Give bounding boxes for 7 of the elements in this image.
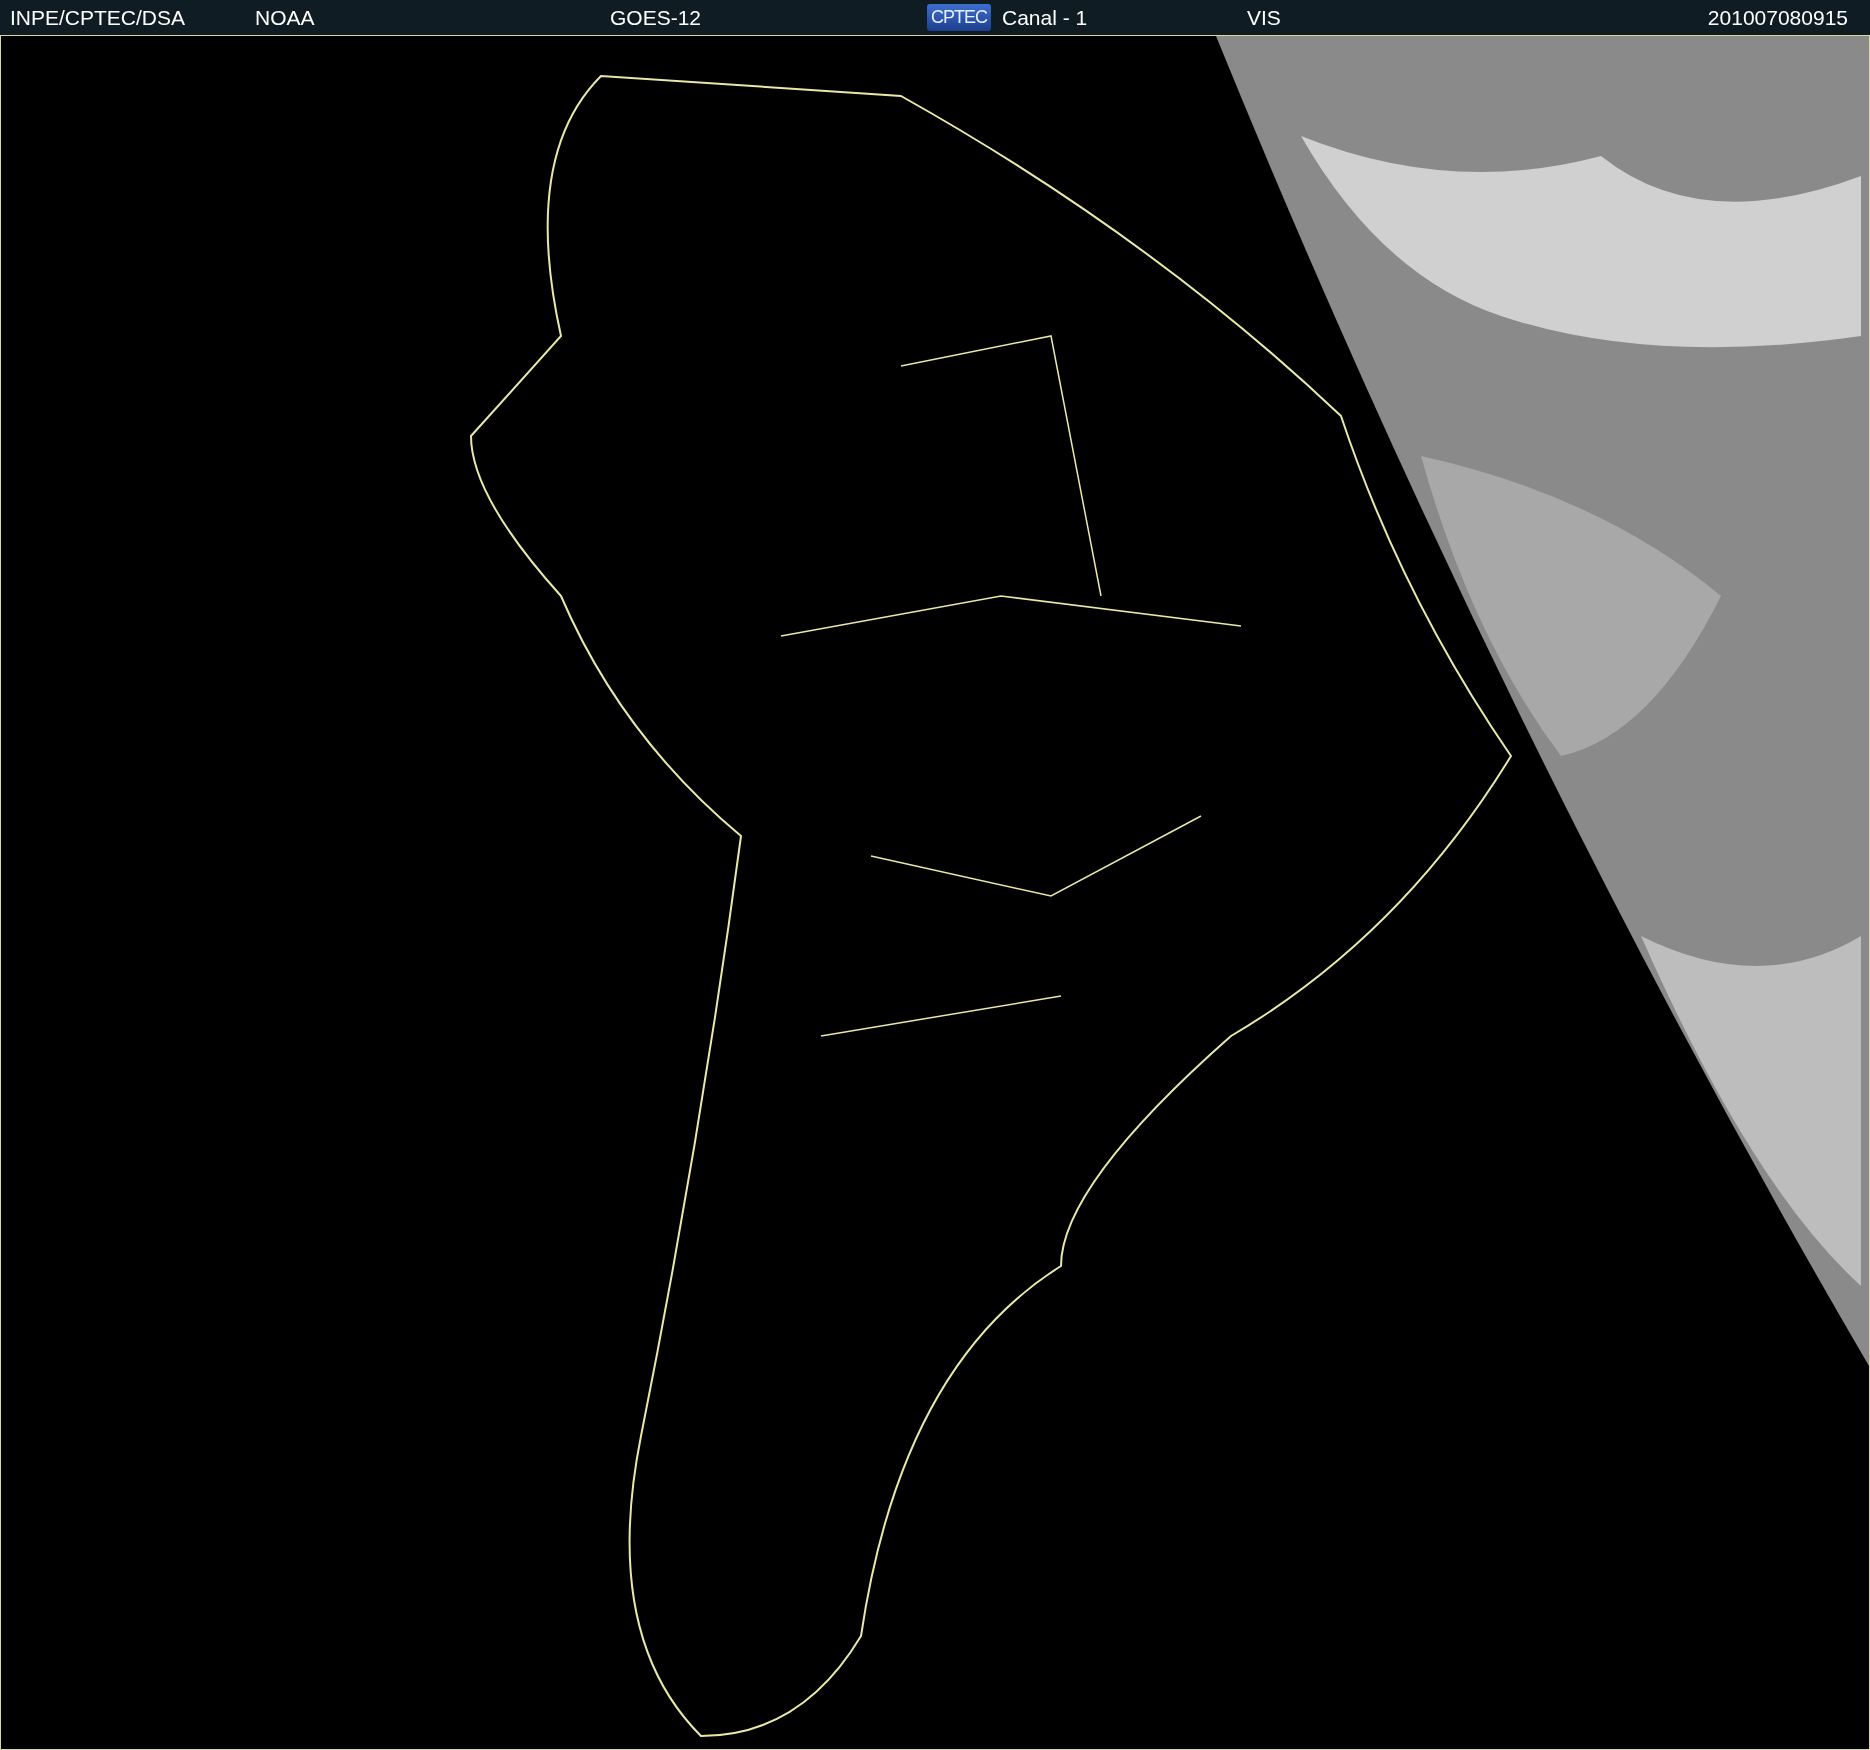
logo: CPTEC — [927, 4, 991, 31]
satellite-label: GOES-12 — [610, 5, 702, 30]
agency-label: NOAA — [255, 5, 315, 30]
source-label: INPE/CPTEC/DSA — [10, 5, 186, 30]
channel-label: Canal - 1 — [1002, 5, 1088, 30]
band-label: VIS — [1247, 5, 1281, 30]
timestamp-label: 201007080915 — [1707, 5, 1848, 30]
